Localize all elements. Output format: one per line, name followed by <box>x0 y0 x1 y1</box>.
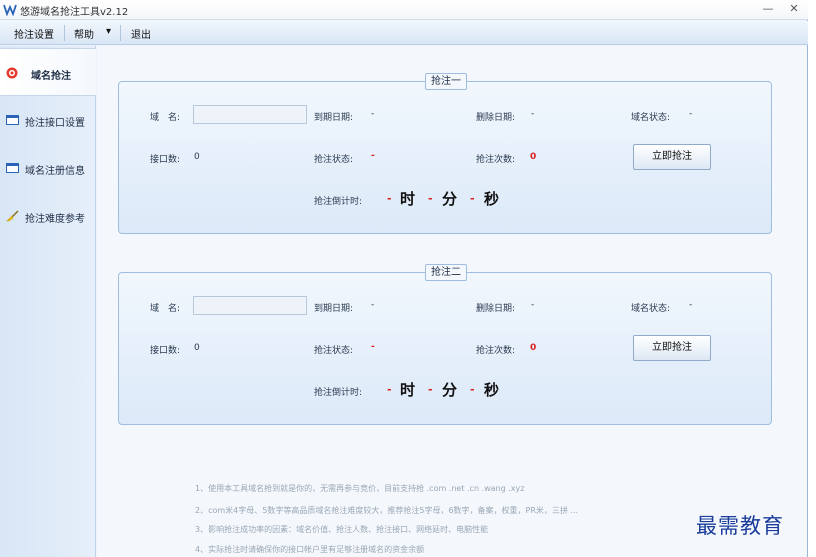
note-line-4: 4、实际抢注时请确保你的接口帐户里有足够注册域名的资金余额 <box>195 545 425 554</box>
sidebar-item-label: 域名抢注 <box>31 71 71 82</box>
delete-date-label: 删除日期: <box>476 113 516 123</box>
expire-date-label: 到期日期: <box>314 113 354 123</box>
countdown-minutes-value: - <box>428 192 433 205</box>
register-now-button[interactable]: 立即抢注 <box>633 335 711 361</box>
window-icon <box>6 115 19 125</box>
menu-bar: 抢注设置 帮助 ▾ 退出 <box>0 21 808 45</box>
menu-separator <box>120 25 121 41</box>
domain-status-value: - <box>689 109 693 119</box>
main-content: 抢注一 域 名: 到期日期: - 删除日期: - 域名状态: - 接口数: 0 … <box>97 46 807 557</box>
ports-value: 0 <box>194 343 200 353</box>
domain-label: 域 名: <box>150 113 181 123</box>
countdown-hours-unit: 时 <box>400 381 416 399</box>
domain-status-label: 域名状态: <box>631 113 671 123</box>
sidebar-item-label: 域名注册信息 <box>25 166 85 177</box>
expire-date-value: - <box>371 300 375 310</box>
register-status-value: - <box>371 342 375 352</box>
attempts-label: 抢注次数: <box>476 155 516 165</box>
panel-title: 抢注二 <box>425 264 467 281</box>
ports-label: 接口数: <box>150 155 181 165</box>
menu-help-dropdown[interactable]: ▾ <box>106 26 111 37</box>
broom-icon <box>6 210 19 222</box>
countdown-label: 抢注倒计时: <box>314 388 363 398</box>
register-panel-1: 抢注一 域 名: 到期日期: - 删除日期: - 域名状态: - 接口数: 0 … <box>118 73 772 234</box>
panel-title: 抢注一 <box>425 73 467 90</box>
note-line-2: 2、com米4字母、5数字等高品质域名抢注难度较大，推荐抢注5字母，6数字，备案… <box>195 506 579 515</box>
countdown-seconds-unit: 秒 <box>484 190 500 208</box>
sidebar-item-domain-register[interactable]: 域名抢注 <box>0 48 96 96</box>
countdown-hours-value: - <box>387 192 392 205</box>
note-line-1: 1、使用本工具域名抢到就是你的，无需再参与竞价，目前支持抢 .com .net … <box>195 484 525 493</box>
countdown-minutes-unit: 分 <box>442 381 458 399</box>
sidebar: 域名抢注 抢注接口设置 域名注册信息 抢注难度参考 <box>0 46 96 557</box>
register-status-label: 抢注状态: <box>314 155 354 165</box>
countdown-seconds-value: - <box>470 383 475 396</box>
attempts-label: 抢注次数: <box>476 346 516 356</box>
attempts-value: 0 <box>530 152 537 162</box>
menu-separator <box>64 25 65 41</box>
sidebar-item-registration-info[interactable]: 域名注册信息 <box>0 144 96 192</box>
countdown-minutes-value: - <box>428 383 433 396</box>
countdown-hours-unit: 时 <box>400 190 416 208</box>
countdown-hours-value: - <box>387 383 392 396</box>
title-bar[interactable]: 悠游域名抢注工具v2.12 — ✕ <box>0 0 808 20</box>
countdown-label: 抢注倒计时: <box>314 197 363 207</box>
countdown-seconds-unit: 秒 <box>484 381 500 399</box>
menu-help[interactable]: 帮助 <box>74 26 94 41</box>
target-icon <box>6 67 18 79</box>
delete-date-value: - <box>531 109 535 119</box>
delete-date-label: 删除日期: <box>476 304 516 314</box>
close-button[interactable]: ✕ <box>786 2 802 16</box>
register-panel-2: 抢注二 域 名: 到期日期: - 删除日期: - 域名状态: - 接口数: 0 … <box>118 264 772 425</box>
sidebar-item-difficulty[interactable]: 抢注难度参考 <box>0 192 96 240</box>
menu-settings[interactable]: 抢注设置 <box>14 26 54 41</box>
window-title: 悠游域名抢注工具v2.12 <box>20 7 129 18</box>
countdown-minutes-unit: 分 <box>442 190 458 208</box>
menu-exit[interactable]: 退出 <box>131 26 151 41</box>
expire-date-label: 到期日期: <box>314 304 354 314</box>
note-line-3: 3、影响抢注成功率的因素：域名价值、抢注人数、抢注接口、网络延时、电脑性能 <box>195 525 489 534</box>
sidebar-item-label: 抢注接口设置 <box>25 118 85 129</box>
countdown-seconds-value: - <box>470 192 475 205</box>
register-now-button[interactable]: 立即抢注 <box>633 144 711 170</box>
domain-status-value: - <box>689 300 693 310</box>
sidebar-item-label: 抢注难度参考 <box>25 214 85 225</box>
domain-status-label: 域名状态: <box>631 304 671 314</box>
attempts-value: 0 <box>530 343 537 353</box>
delete-date-value: - <box>531 300 535 310</box>
app-window: 悠游域名抢注工具v2.12 — ✕ 抢注设置 帮助 ▾ 退出 域名抢注 抢注接口… <box>0 0 808 557</box>
expire-date-value: - <box>371 109 375 119</box>
ports-label: 接口数: <box>150 346 181 356</box>
ports-value: 0 <box>194 152 200 162</box>
window-icon <box>6 163 19 173</box>
domain-label: 域 名: <box>150 304 181 314</box>
watermark-text: 最需教育 <box>696 514 784 538</box>
app-logo-icon <box>3 4 17 16</box>
domain-input[interactable] <box>193 296 307 315</box>
sidebar-item-api-settings[interactable]: 抢注接口设置 <box>0 96 96 144</box>
register-status-label: 抢注状态: <box>314 346 354 356</box>
register-status-value: - <box>371 151 375 161</box>
minimize-button[interactable]: — <box>760 2 776 16</box>
domain-input[interactable] <box>193 105 307 124</box>
